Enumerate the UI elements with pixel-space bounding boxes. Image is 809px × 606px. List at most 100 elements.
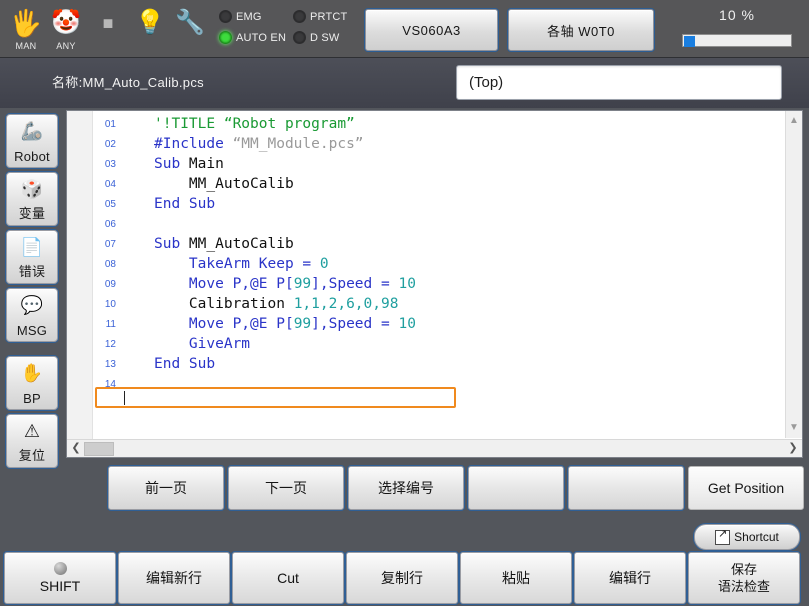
scope-field[interactable]: (Top) (456, 65, 782, 100)
code-token: TakeArm Keep = (188, 256, 320, 272)
line-text: GiveArm (154, 334, 250, 354)
edit-new-line-button[interactable]: 编辑新行 (118, 552, 230, 604)
line-text: MM_AutoCalib (154, 174, 294, 194)
sidebar-item-bp-label: BP (23, 391, 41, 406)
code-line[interactable]: 05 End Sub (105, 194, 784, 214)
cut-button-label: Cut (277, 569, 299, 586)
led-auto-en-label: AUTO EN (236, 31, 287, 44)
hand-icon[interactable]: 🖐 MAN (8, 6, 44, 52)
stop-square-icon[interactable]: ■ (90, 6, 126, 52)
code-line[interactable]: 03 Sub Main (105, 154, 784, 174)
shift-button[interactable]: SHIFT (4, 552, 116, 604)
robot-arm-icon: 🦾 (20, 121, 44, 141)
hand-stop-icon: ✋ (20, 363, 44, 383)
code-line[interactable]: 10 Calibration 1,1,2,6,0,98 (105, 294, 784, 314)
code-line[interactable]: 09 Move P,@E P[99],Speed = 10 (105, 274, 784, 294)
sidebar-item-variable[interactable]: 🎲 变量 (6, 172, 58, 226)
line-number: 01 (104, 119, 116, 130)
led-dsw-dot (293, 31, 306, 44)
code-line[interactable]: 02 #Include “MM_Module.pcs” (105, 134, 784, 154)
fn-get-position[interactable]: Get Position (688, 466, 804, 510)
chevron-up-icon[interactable]: ▲ (786, 113, 802, 129)
fn-prev-page[interactable]: 前一页 (108, 466, 224, 510)
line-text: Sub Main (154, 154, 224, 174)
sidebar-item-reset[interactable]: ⚠ 复位 (6, 414, 58, 468)
led-auto-en: AUTO EN (219, 31, 286, 44)
sidebar-item-error-label: 错误 (18, 264, 46, 279)
shortcut-arrow-icon (715, 527, 731, 545)
sidebar-item-robot[interactable]: 🦾 Robot (6, 114, 58, 168)
chevron-right-icon[interactable]: ❯ (785, 440, 801, 457)
lightbulb-icon[interactable]: 💡 (132, 6, 168, 52)
code-token: MM_AutoCalib (188, 236, 294, 252)
save-syntax-check-button[interactable]: 保存 语法检查 (688, 552, 800, 604)
chevron-left-icon[interactable]: ❮ (68, 440, 84, 457)
sidebar-item-msg[interactable]: 💬 MSG (6, 288, 58, 342)
code-token: Move P,@E P[ (188, 276, 294, 292)
program-name-label: 名称:MM_Auto_Calib.pcs (52, 75, 204, 90)
code-line[interactable]: 06 (105, 214, 784, 234)
fn-next-page[interactable]: 下一页 (228, 466, 344, 510)
shortcut-button[interactable]: Shortcut (694, 524, 800, 550)
code-token: “MM_Module.pcs” (232, 136, 364, 152)
code-line[interactable]: 14 (105, 374, 784, 394)
axis-mode-button[interactable]: 各轴 W0T0 (508, 9, 654, 51)
line-text: Move P,@E P[99],Speed = 10 (154, 274, 416, 294)
fn-next-page-label: 下一页 (265, 480, 307, 496)
code-line[interactable]: 12 GiveArm (105, 334, 784, 354)
fn-select-number[interactable]: 选择编号 (348, 466, 464, 510)
wrench-warning-icon[interactable]: 🔧 (172, 6, 208, 52)
line-text: End Sub (154, 194, 215, 214)
line-text: Move P,@E P[99],Speed = 10 (154, 314, 416, 334)
code-line[interactable]: 01 '!TITLE “Robot program” (105, 114, 784, 134)
code-line[interactable]: 08 TakeArm Keep = 0 (105, 254, 784, 274)
line-number: 14 (104, 379, 116, 390)
hscroll-thumb[interactable] (84, 442, 114, 456)
cut-button[interactable]: Cut (232, 552, 344, 604)
line-number: 08 (104, 259, 116, 270)
horizontal-scrollbar[interactable]: ❮ ❯ (67, 439, 802, 457)
code-token: 99 (293, 316, 312, 332)
fn-get-position-label: Get Position (707, 480, 785, 496)
code-line[interactable]: 04 MM_AutoCalib (105, 174, 784, 194)
speed-bar-track[interactable] (682, 34, 792, 47)
warning-triangle-icon: ⚠ (23, 421, 41, 441)
sidebar-item-bp[interactable]: ✋ BP (6, 356, 58, 410)
code-line[interactable]: 13 End Sub (105, 354, 784, 374)
hand-icon-label: MAN (15, 41, 37, 51)
code-token: 1,1,2,6,0,98 (293, 296, 399, 312)
speed-indicator[interactable]: 10 % (676, 7, 798, 51)
line-text: '!TITLE “Robot program” (154, 114, 355, 134)
edit-line-button[interactable]: 编辑行 (574, 552, 686, 604)
line-number: 12 (104, 339, 116, 350)
line-text: Sub MM_AutoCalib (154, 234, 294, 254)
vertical-scrollbar[interactable]: ▲ ▼ (785, 111, 802, 438)
fn-blank-4[interactable] (468, 466, 564, 510)
chevron-down-icon[interactable]: ▼ (786, 420, 802, 436)
paste-button-label: 粘贴 (502, 569, 530, 586)
code-line[interactable]: 07 Sub MM_AutoCalib (105, 234, 784, 254)
code-line[interactable]: 11 Move P,@E P[99],Speed = 10 (106, 314, 784, 334)
line-text: End Sub (154, 354, 215, 374)
code-text-area[interactable]: 01 '!TITLE “Robot program” 02 #Include “MM_… (94, 111, 784, 438)
code-token: 0 (319, 256, 329, 272)
led-auto-en-dot (219, 31, 232, 44)
dice-variable-icon: 🎲 (20, 179, 44, 199)
paste-button[interactable]: 粘贴 (460, 552, 572, 604)
sidebar-item-reset-label: 复位 (18, 448, 46, 463)
fn-blank-5[interactable] (568, 466, 684, 510)
code-token: GiveArm (188, 336, 251, 352)
clown-icon[interactable]: 🤡 ANY (48, 6, 84, 52)
line-number: 10 (104, 299, 116, 310)
speed-value: 10 % (719, 7, 755, 23)
copy-line-button[interactable]: 复制行 (346, 552, 458, 604)
code-editor[interactable]: 01 '!TITLE “Robot program” 02 #Include “MM_… (66, 110, 803, 458)
lightbulb-icon-glyph: 💡 (135, 9, 165, 36)
model-button[interactable]: VS060A3 (365, 9, 498, 51)
line-number: 09 (104, 279, 116, 290)
code-token: Move P,@E P[ (188, 316, 294, 332)
fn-prev-page-label: 前一页 (145, 480, 187, 496)
clown-icon-glyph: 🤡 (51, 9, 81, 36)
code-token: ],Speed = (311, 316, 399, 332)
sidebar-item-error[interactable]: 📄 错误 (6, 230, 58, 284)
